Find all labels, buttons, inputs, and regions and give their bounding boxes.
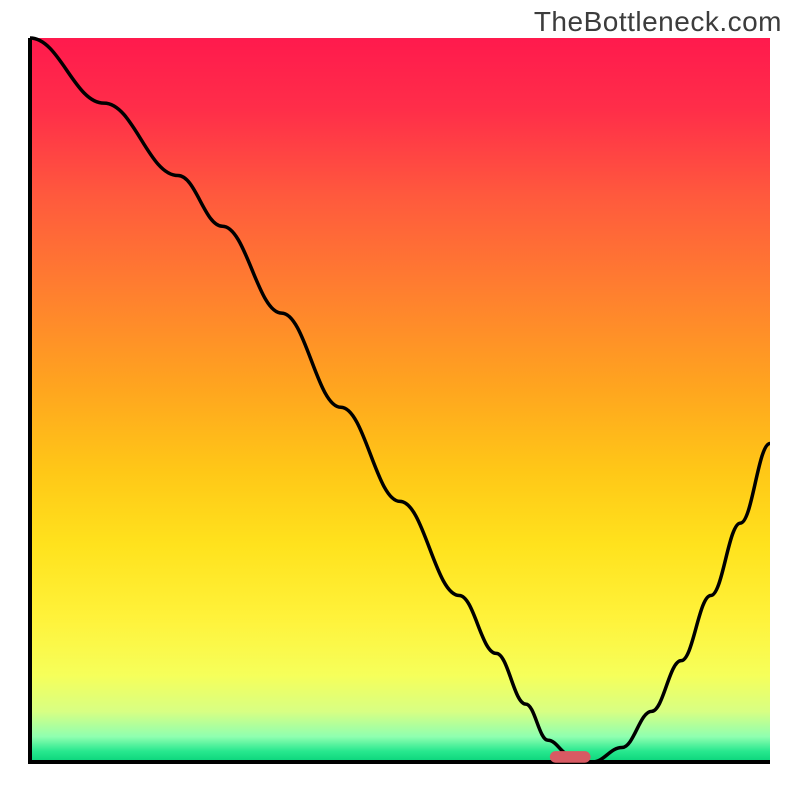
- optimal-point-marker: [550, 751, 591, 763]
- plot-background: [30, 38, 770, 762]
- watermark-label: TheBottleneck.com: [534, 6, 782, 38]
- bottleneck-chart: [0, 0, 800, 800]
- chart-frame: TheBottleneck.com: [0, 0, 800, 800]
